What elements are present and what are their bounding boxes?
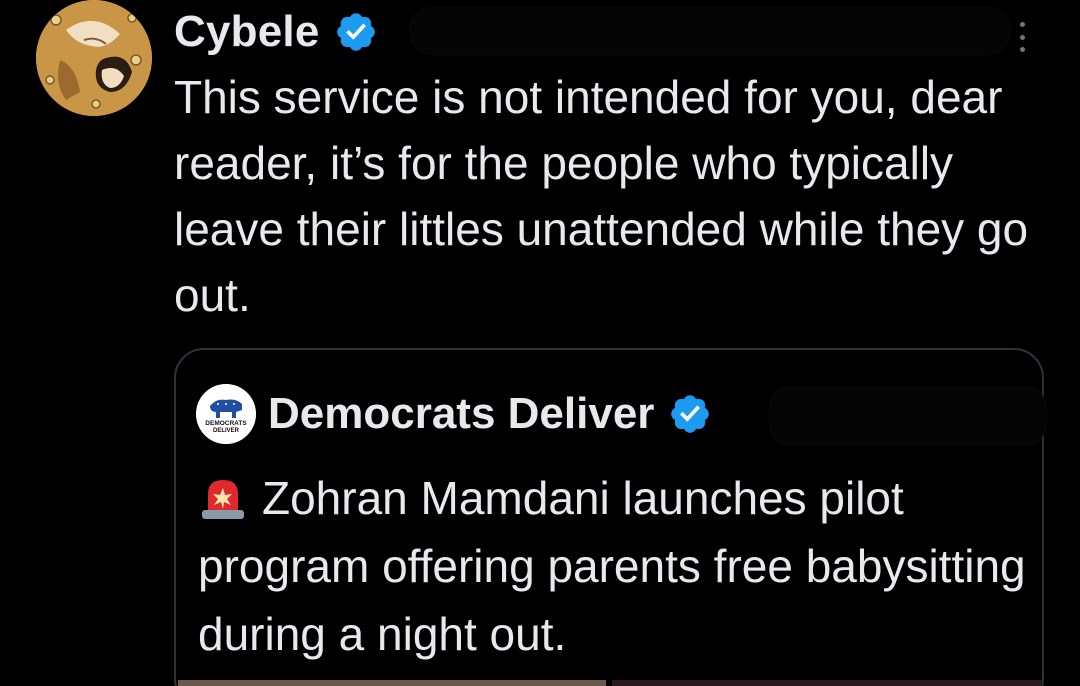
- tweet-text: This service is not intended for you, de…: [174, 71, 1029, 321]
- quoted-author-name[interactable]: Democrats Deliver: [268, 389, 654, 439]
- verified-badge-icon: [671, 395, 710, 433]
- media-thumbnail[interactable]: [178, 680, 606, 686]
- democrats-deliver-logo-icon: DEMOCRATS DELIVER: [196, 384, 256, 444]
- quoted-author-avatar[interactable]: DEMOCRATS DELIVER: [196, 384, 256, 444]
- redacted-handle: [410, 8, 1010, 54]
- rotating-light-icon: [202, 480, 244, 519]
- redacted-quoted-handle: [770, 388, 1046, 444]
- logo-text-line1: DEMOCRATS: [205, 420, 247, 427]
- quoted-tweet-text-body: Zohran Mamdani launches pilot program of…: [198, 472, 1026, 660]
- quoted-tweet-text: Zohran Mamdani launches pilot program of…: [198, 464, 1028, 668]
- author-name[interactable]: Cybele: [174, 7, 320, 57]
- tweet: Cybele This service is not intended for …: [0, 0, 1080, 686]
- quoted-author-row: Democrats Deliver: [268, 384, 712, 444]
- more-options-icon[interactable]: [1012, 22, 1032, 52]
- quoted-media-strip[interactable]: [178, 680, 1042, 686]
- author-avatar[interactable]: [36, 0, 152, 116]
- logo-text-line2: DELIVER: [213, 428, 240, 434]
- author-row: Cybele: [174, 2, 378, 62]
- quoted-tweet-card[interactable]: DEMOCRATS DELIVER Democrats Deliver Zohr…: [174, 348, 1046, 686]
- verified-badge-icon: [336, 13, 375, 51]
- media-thumbnail[interactable]: [612, 680, 1042, 686]
- klimt-painting-avatar-icon: [36, 0, 152, 116]
